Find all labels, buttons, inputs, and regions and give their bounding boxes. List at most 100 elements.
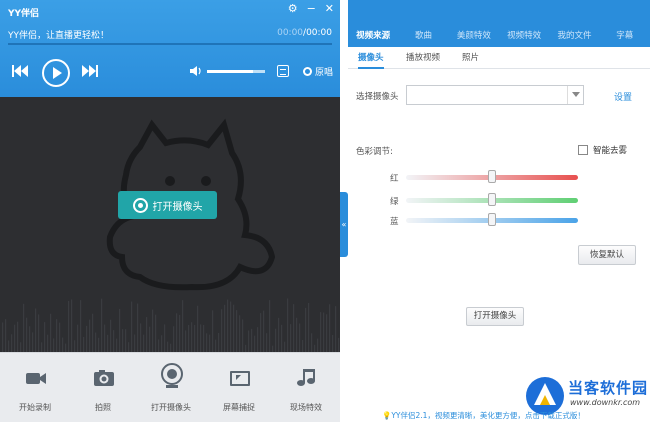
- subtab-camera[interactable]: 摄像头: [358, 47, 384, 69]
- visualizer-bar: [251, 328, 253, 352]
- visualizer-bar: [29, 326, 31, 352]
- visualizer-bar: [47, 334, 49, 352]
- play-button[interactable]: [42, 59, 70, 87]
- visualizer-bar: [14, 324, 16, 352]
- visualizer-bar: [257, 327, 259, 352]
- original-vocal-toggle[interactable]: 原唱: [303, 65, 333, 78]
- collapse-panel-button[interactable]: «: [340, 192, 348, 257]
- download-tip-link[interactable]: 💡YY伴侣2.1，视频更清晰，美化更方便，点击下载正式版！: [382, 410, 585, 421]
- next-track-icon[interactable]: [82, 64, 98, 78]
- minimize-icon[interactable]: −: [307, 3, 316, 15]
- lightbulb-icon: 💡: [382, 411, 392, 420]
- audio-visualizer: [2, 298, 340, 352]
- visualizer-bar: [179, 314, 181, 352]
- open-camera-panel-button[interactable]: 打开摄像头: [466, 307, 524, 326]
- camera-icon: [94, 370, 114, 386]
- blue-slider-thumb[interactable]: [488, 213, 496, 226]
- tab-subtitles[interactable]: 字幕: [600, 25, 650, 47]
- red-slider[interactable]: [406, 170, 578, 183]
- visualizer-bar: [170, 343, 172, 352]
- red-label: 红: [390, 174, 399, 184]
- visualizer-bar: [329, 304, 331, 352]
- visualizer-bar: [38, 314, 40, 352]
- visualizer-bar: [149, 326, 151, 352]
- visualizer-bar: [227, 299, 229, 352]
- visualizer-bar: [275, 328, 277, 352]
- visualizer-bar: [71, 299, 73, 352]
- camera-select[interactable]: [406, 85, 584, 105]
- mixer-icon[interactable]: [277, 65, 289, 77]
- player-panel: YY伴侣 ⚙ − ✕ YY伴侣，让直播更轻松！ 00:00/00:00 原唱 打…: [0, 0, 340, 422]
- music-note-icon: [297, 369, 315, 386]
- photo-button[interactable]: 拍照: [69, 353, 137, 422]
- subtab-photos[interactable]: 照片: [462, 47, 479, 69]
- play-icon: [53, 67, 62, 79]
- visualizer-bar: [110, 319, 112, 352]
- open-camera-button[interactable]: 打开摄像头: [118, 191, 217, 219]
- live-effects-button[interactable]: 现场特效: [272, 353, 340, 422]
- visualizer-bar: [173, 326, 175, 352]
- visualizer-bar: [17, 321, 19, 352]
- record-button[interactable]: 开始录制: [1, 353, 69, 422]
- visualizer-bar: [107, 334, 109, 352]
- visualizer-bar: [185, 330, 187, 352]
- time-current: 00:00: [277, 28, 304, 38]
- green-slider[interactable]: [406, 193, 578, 206]
- defog-checkbox-box[interactable]: [578, 145, 588, 155]
- tab-video-source[interactable]: 视频来源: [348, 25, 398, 47]
- restore-default-button[interactable]: 恢复默认: [578, 245, 636, 265]
- close-icon[interactable]: ✕: [325, 3, 334, 15]
- visualizer-bar: [197, 305, 199, 352]
- visualizer-bar: [35, 308, 37, 352]
- settings-link[interactable]: 设置: [614, 90, 632, 103]
- previous-track-icon[interactable]: [12, 64, 28, 78]
- tab-video-effects[interactable]: 视频特效: [499, 25, 549, 47]
- visualizer-bar: [86, 325, 88, 352]
- chevron-down-icon[interactable]: [567, 86, 583, 104]
- source-subtabs: 摄像头 播放视频 照片: [348, 47, 650, 69]
- open-camera-tool-button[interactable]: 打开摄像头: [137, 353, 205, 422]
- visualizer-bar: [221, 309, 223, 352]
- subtab-play-video[interactable]: 播放视频: [406, 47, 440, 69]
- visualizer-bar: [77, 324, 79, 352]
- seek-bar[interactable]: [8, 43, 332, 45]
- visualizer-bar: [194, 324, 196, 352]
- defog-checkbox[interactable]: 智能去雾: [578, 144, 627, 156]
- visualizer-bar: [95, 332, 97, 352]
- visualizer-bar: [254, 335, 256, 352]
- visualizer-bar: [113, 330, 115, 352]
- visualizer-bar: [125, 329, 127, 352]
- volume-slider[interactable]: [207, 70, 265, 73]
- visualizer-bar: [140, 323, 142, 352]
- brand-url: www.downkr.com: [570, 398, 641, 407]
- main-tabs: 视频来源 歌曲 美颜特效 视频特效 我的文件 字幕: [348, 25, 650, 47]
- visualizer-bar: [53, 338, 55, 352]
- camera-preview: 打开摄像头: [0, 97, 340, 352]
- download-tip-text: YY伴侣2.1，视频更清晰，美化更方便，点击下载正式版！: [391, 411, 585, 420]
- original-radio[interactable]: [303, 67, 312, 76]
- visualizer-bar: [146, 317, 148, 352]
- visualizer-bar: [290, 324, 292, 352]
- tab-my-files[interactable]: 我的文件: [549, 25, 599, 47]
- visualizer-bar: [44, 322, 46, 352]
- defog-label: 智能去雾: [593, 146, 628, 156]
- blue-slider[interactable]: [406, 213, 578, 226]
- visualizer-bar: [188, 324, 190, 352]
- volume-icon[interactable]: [190, 65, 202, 77]
- photo-label: 拍照: [95, 403, 111, 412]
- visualizer-bar: [26, 317, 28, 352]
- settings-header: [348, 0, 650, 25]
- visualizer-bar: [128, 342, 130, 352]
- volume-fill: [207, 70, 254, 73]
- visualizer-bar: [80, 300, 82, 352]
- tab-songs[interactable]: 歌曲: [398, 25, 448, 47]
- screen-capture-label: 屏幕捕捉: [223, 403, 255, 412]
- red-slider-thumb[interactable]: [488, 170, 496, 183]
- green-slider-thumb[interactable]: [488, 193, 496, 206]
- screen-capture-button[interactable]: 屏幕捕捉: [205, 353, 273, 422]
- visualizer-bar: [74, 340, 76, 352]
- color-adjust-label: 色彩调节:: [356, 147, 393, 157]
- gear-icon[interactable]: ⚙: [288, 3, 298, 15]
- tab-beauty-effects[interactable]: 美颜特效: [449, 25, 499, 47]
- visualizer-bar: [32, 332, 34, 352]
